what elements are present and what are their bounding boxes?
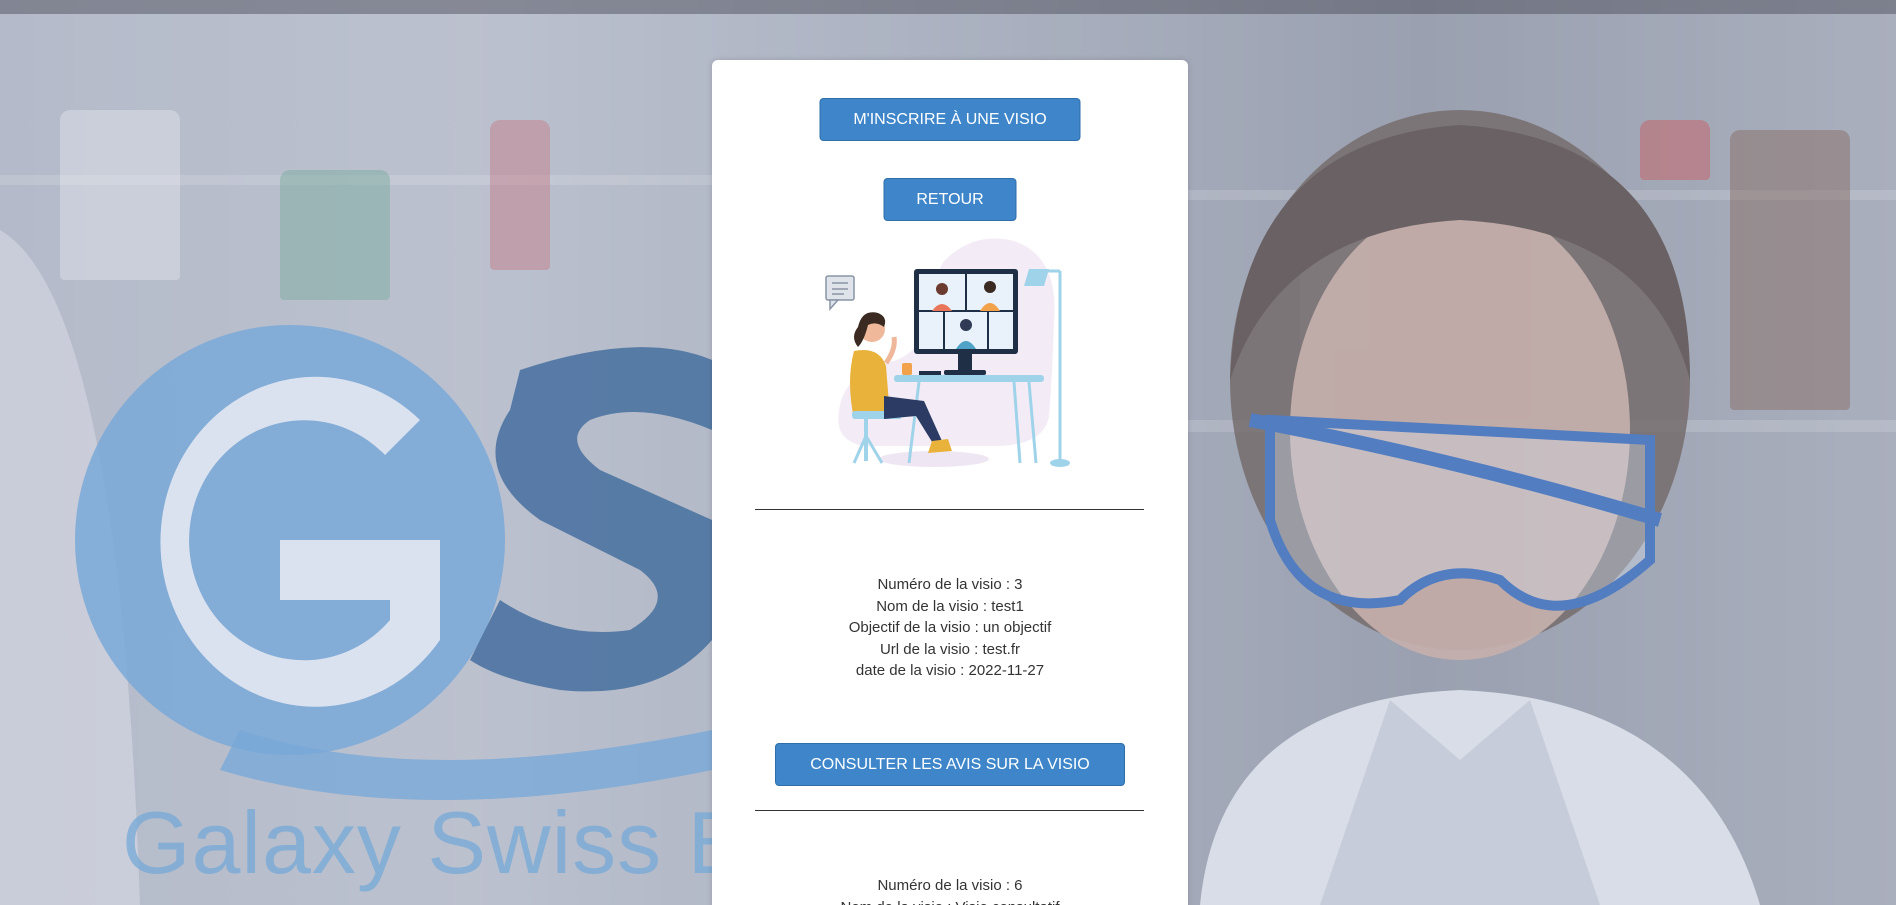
visio-name: Nom de la visio : Visio consultatif	[712, 897, 1188, 905]
visio-card: M'INSCRIRE À UNE VISIO RETOUR Numéro de …	[712, 60, 1188, 905]
visio-number: Numéro de la visio : 6	[877, 877, 1023, 894]
register-visio-button[interactable]: M'INSCRIRE À UNE VISIO	[819, 98, 1081, 141]
back-button[interactable]: RETOUR	[883, 178, 1017, 221]
visio-objective: Objectif de la visio : un objectif	[848, 619, 1052, 636]
visio-date: date de la visio : 2022-11-27	[855, 662, 1045, 679]
visio-details: Numéro de la visio : 3 Nom de la visio :…	[712, 574, 1188, 682]
divider	[755, 810, 1144, 811]
visio-details: Numéro de la visio : 6 Nom de la visio :…	[712, 875, 1188, 905]
video-call-illustration-icon	[825, 238, 1070, 467]
visio-name: Nom de la visio : test1	[876, 597, 1024, 615]
view-reviews-button[interactable]: CONSULTER LES AVIS SUR LA VISIO	[775, 743, 1125, 786]
divider	[755, 509, 1144, 510]
visio-number: Numéro de la visio : 3	[877, 576, 1023, 593]
visio-url: Url de la visio : test.fr	[879, 640, 1021, 658]
